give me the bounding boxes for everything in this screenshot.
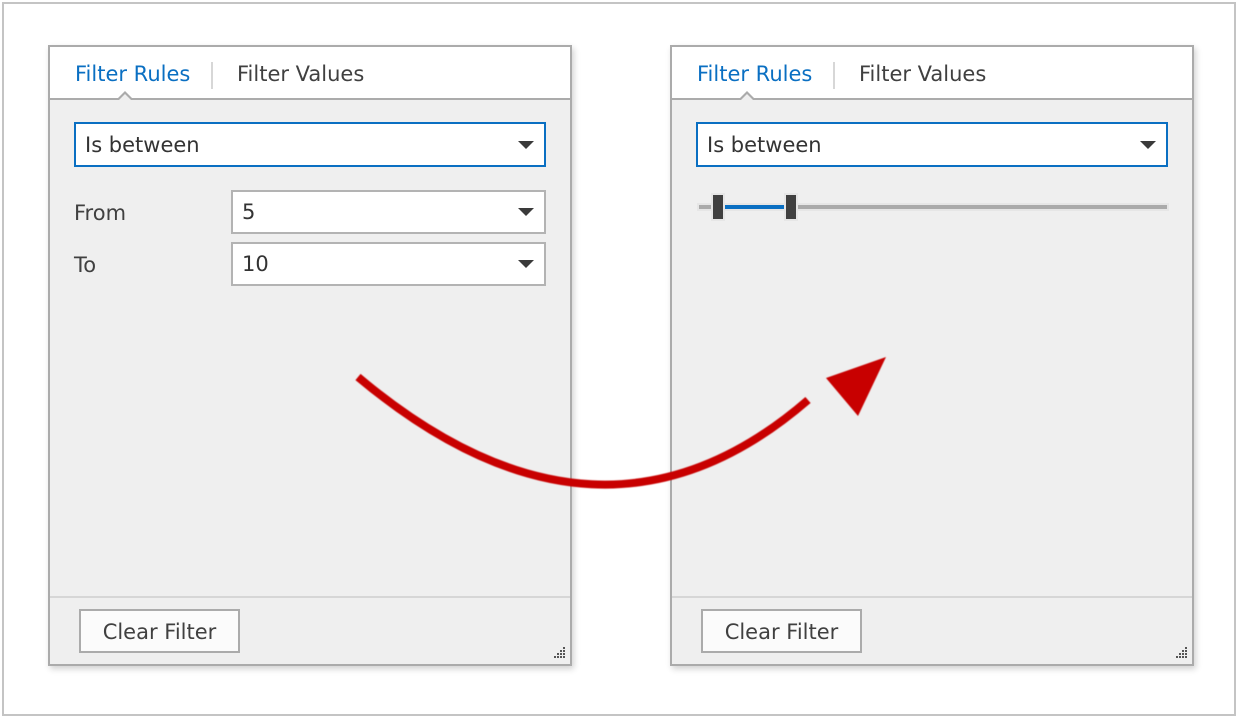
filter-panel-slider: Filter Rules Filter Values Is between Cl… <box>670 45 1194 666</box>
tab-filter-rules[interactable]: Filter Rules <box>697 62 812 86</box>
chevron-down-icon <box>1140 140 1156 149</box>
condition-select-value: Is between <box>85 132 200 157</box>
tab-separator <box>833 62 835 89</box>
tab-filter-values[interactable]: Filter Values <box>859 62 986 86</box>
tab-filter-values[interactable]: Filter Values <box>237 62 364 86</box>
to-label: To <box>74 253 97 277</box>
tab-bar: Filter Rules Filter Values <box>50 47 570 101</box>
tab-bar: Filter Rules Filter Values <box>672 47 1192 101</box>
chevron-down-icon <box>518 140 534 149</box>
clear-filter-button[interactable]: Clear Filter <box>79 609 240 653</box>
to-select[interactable]: 10 <box>231 242 546 286</box>
resize-grip-icon[interactable] <box>1175 647 1187 659</box>
footer-divider <box>672 596 1192 598</box>
slider-selected-range <box>718 205 792 209</box>
tab-filter-rules[interactable]: Filter Rules <box>75 62 190 86</box>
from-select-value: 5 <box>242 200 256 224</box>
tab-separator <box>211 62 213 89</box>
clear-filter-button[interactable]: Clear Filter <box>701 609 862 653</box>
chevron-down-icon <box>518 260 534 268</box>
from-select[interactable]: 5 <box>231 190 546 234</box>
to-select-value: 10 <box>242 252 269 276</box>
from-label: From <box>74 201 127 225</box>
slider-thumb-high[interactable] <box>784 193 799 221</box>
chevron-down-icon <box>518 208 534 216</box>
condition-select-value: Is between <box>707 132 822 157</box>
condition-select[interactable]: Is between <box>696 122 1168 167</box>
slider-thumb-low[interactable] <box>711 193 726 221</box>
filter-panel-dropdowns: Filter Rules Filter Values Is between Fr… <box>48 45 572 666</box>
footer-divider <box>50 596 570 598</box>
condition-select[interactable]: Is between <box>74 122 546 167</box>
range-slider[interactable] <box>697 191 1169 221</box>
resize-grip-icon[interactable] <box>553 647 565 659</box>
